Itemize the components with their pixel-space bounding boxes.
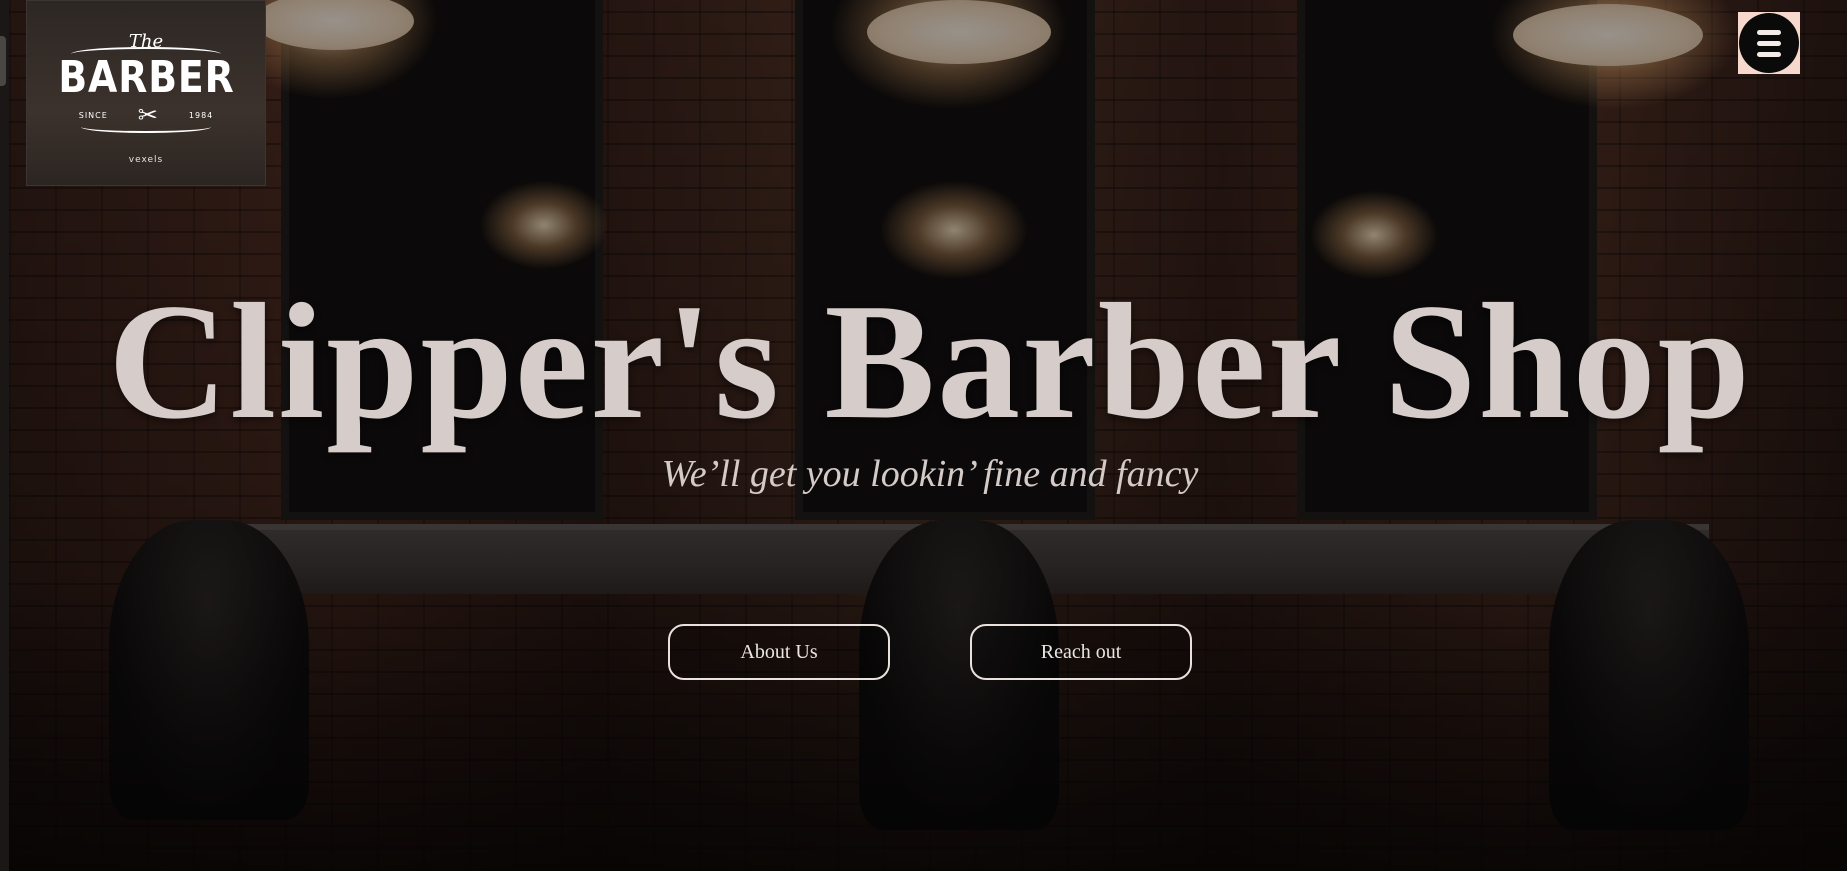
- about-us-button[interactable]: About Us: [668, 624, 890, 680]
- menu-bar: [1757, 40, 1781, 46]
- barber-logo[interactable]: The BARBER SINCE ✂ 1984 vexels: [26, 0, 266, 186]
- page: The BARBER SINCE ✂ 1984 vexels Clipper's…: [0, 0, 1847, 871]
- menu-bar: [1757, 51, 1781, 57]
- menu-bar: [1757, 29, 1781, 35]
- logo-word: BARBER: [57, 52, 235, 103]
- page-title: Clipper's Barber Shop: [108, 269, 1752, 453]
- reach-out-button[interactable]: Reach out: [970, 624, 1192, 680]
- logo-arc-bottom: [81, 121, 211, 133]
- logo-since: SINCE: [78, 110, 108, 120]
- logo-year: 1984: [188, 110, 214, 120]
- menu-button[interactable]: [1738, 12, 1800, 74]
- hamburger-menu-icon[interactable]: [1739, 13, 1799, 73]
- logo-credit: vexels: [128, 155, 164, 165]
- tagline: We’ll get you lookin’ fine and fancy: [661, 453, 1199, 495]
- scroll-handle[interactable]: [0, 36, 6, 86]
